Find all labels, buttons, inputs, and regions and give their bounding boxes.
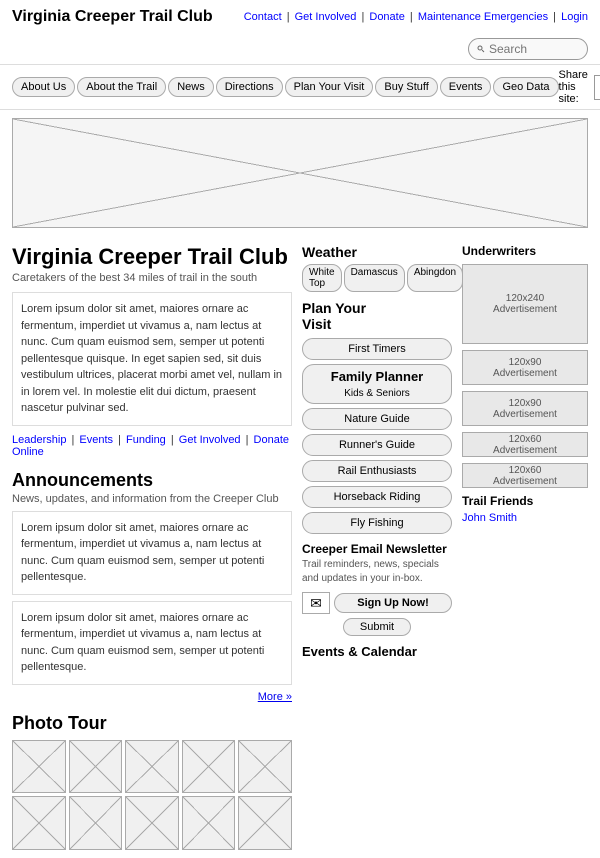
events-calendar-title: Events & Calendar: [302, 644, 452, 659]
plan-btn-rail-enthusiasts[interactable]: Rail Enthusiasts: [302, 460, 452, 482]
site-title: Virginia Creeper Trail Club: [12, 8, 213, 26]
donate-link[interactable]: Donate: [369, 11, 404, 23]
right-column: Underwriters 120x240Advertisement 120x90…: [462, 244, 588, 850]
plan-btn-first-timers[interactable]: First Timers: [302, 338, 452, 360]
weather-tab-abingdon[interactable]: Abingdon: [407, 264, 463, 292]
plan-btn-nature-guide[interactable]: Nature Guide: [302, 408, 452, 430]
weather-tab-whitetop[interactable]: White Top: [302, 264, 342, 292]
plan-btn-fly-fishing[interactable]: Fly Fishing: [302, 512, 452, 534]
left-column: Virginia Creeper Trail Club Caretakers o…: [12, 244, 292, 850]
contact-link[interactable]: Contact: [244, 11, 282, 23]
photo-thumb-1[interactable]: [12, 740, 66, 794]
search-row: [0, 34, 600, 64]
announcements-sub: News, updates, and information from the …: [12, 493, 292, 505]
search-box: [468, 38, 588, 60]
header: Virginia Creeper Trail Club Contact | Ge…: [0, 0, 600, 34]
photo-tour-title: Photo Tour: [12, 713, 292, 734]
ad-120x90-2: 120x90Advertisement: [462, 391, 588, 426]
nav-row: About Us About the Trail News Directions…: [0, 64, 600, 110]
funding-link[interactable]: Funding: [126, 434, 166, 446]
get-involved-link[interactable]: Get Involved: [295, 11, 357, 23]
photo-thumb-8[interactable]: [125, 796, 179, 850]
ad-120x240: 120x240Advertisement: [462, 264, 588, 344]
share-button[interactable]: ←: [594, 75, 600, 100]
ad-120x90-1: 120x90Advertisement: [462, 350, 588, 385]
photo-thumb-7[interactable]: [69, 796, 123, 850]
photo-thumb-4[interactable]: [182, 740, 236, 794]
main-content: Virginia Creeper Trail Club Caretakers o…: [0, 236, 600, 858]
plan-btn-family-planner[interactable]: Family PlannerKids & Seniors: [302, 364, 452, 404]
header-links: Contact | Get Involved | Donate | Mainte…: [244, 11, 588, 23]
get-involved-link2[interactable]: Get Involved: [179, 434, 241, 446]
plan-btn-horseback-riding[interactable]: Horseback Riding: [302, 486, 452, 508]
hero-banner: [12, 118, 588, 228]
newsletter-signup-row: ✉ Sign Up Now!: [302, 592, 452, 614]
search-input[interactable]: [489, 42, 579, 56]
photo-thumb-3[interactable]: [125, 740, 179, 794]
maintenance-link[interactable]: Maintenance Emergencies: [418, 11, 548, 23]
newsletter-section: Creeper Email Newsletter Trail reminders…: [302, 542, 452, 636]
photo-thumb-2[interactable]: [69, 740, 123, 794]
nav-tabs: About Us About the Trail News Directions…: [12, 77, 559, 97]
main-section-title: Virginia Creeper Trail Club: [12, 244, 292, 270]
photo-thumb-10[interactable]: [238, 796, 292, 850]
announcement-1: Lorem ipsum dolor sit amet, maiores orna…: [12, 511, 292, 595]
more-link[interactable]: More »: [258, 691, 292, 703]
events-link[interactable]: Events: [79, 434, 113, 446]
tab-about-us[interactable]: About Us: [12, 77, 75, 97]
trail-friend-john-smith[interactable]: John Smith: [462, 512, 588, 524]
login-link[interactable]: Login: [561, 11, 588, 23]
share-section: Share this site: ←: [559, 69, 600, 105]
tab-about-trail[interactable]: About the Trail: [77, 77, 166, 97]
submit-button[interactable]: Submit: [343, 618, 411, 636]
tab-plan-visit[interactable]: Plan Your Visit: [285, 77, 374, 97]
more-link-container: More »: [12, 691, 292, 703]
main-links-row: Leadership | Events | Funding | Get Invo…: [12, 434, 292, 458]
weather-title: Weather: [302, 244, 452, 260]
leadership-link[interactable]: Leadership: [12, 434, 66, 446]
ad-120x60-2: 120x60Advertisement: [462, 463, 588, 488]
middle-column: Weather White Top Damascus Abingdon Plan…: [302, 244, 452, 850]
photo-thumb-9[interactable]: [182, 796, 236, 850]
trail-friends-title: Trail Friends: [462, 494, 588, 508]
weather-tab-damascus[interactable]: Damascus: [344, 264, 405, 292]
announcement-2: Lorem ipsum dolor sit amet, maiores orna…: [12, 601, 292, 685]
share-label: Share this site:: [559, 69, 588, 105]
weather-tabs: White Top Damascus Abingdon: [302, 264, 452, 292]
photo-thumb-5[interactable]: [238, 740, 292, 794]
plan-btn-runners-guide[interactable]: Runner's Guide: [302, 434, 452, 456]
main-body-text: Lorem ipsum dolor sit amet, maiores orna…: [12, 292, 292, 426]
newsletter-sub: Trail reminders, news, specials and upda…: [302, 558, 452, 586]
plan-your-visit-title: Plan YourVisit: [302, 300, 452, 332]
tab-geo-data[interactable]: Geo Data: [493, 77, 558, 97]
search-icon: [477, 42, 485, 56]
announcements-title: Announcements: [12, 470, 292, 491]
ad-120x60-1: 120x60Advertisement: [462, 432, 588, 457]
photo-grid: [12, 740, 292, 850]
underwriters-title: Underwriters: [462, 244, 588, 258]
email-icon: ✉: [302, 592, 330, 614]
tab-news[interactable]: News: [168, 77, 214, 97]
newsletter-title: Creeper Email Newsletter: [302, 542, 452, 556]
photo-thumb-6[interactable]: [12, 796, 66, 850]
main-section-subtitle: Caretakers of the best 34 miles of trail…: [12, 272, 292, 284]
tab-directions[interactable]: Directions: [216, 77, 283, 97]
signup-button[interactable]: Sign Up Now!: [334, 593, 452, 613]
tab-buy-stuff[interactable]: Buy Stuff: [375, 77, 437, 97]
tab-events[interactable]: Events: [440, 77, 492, 97]
